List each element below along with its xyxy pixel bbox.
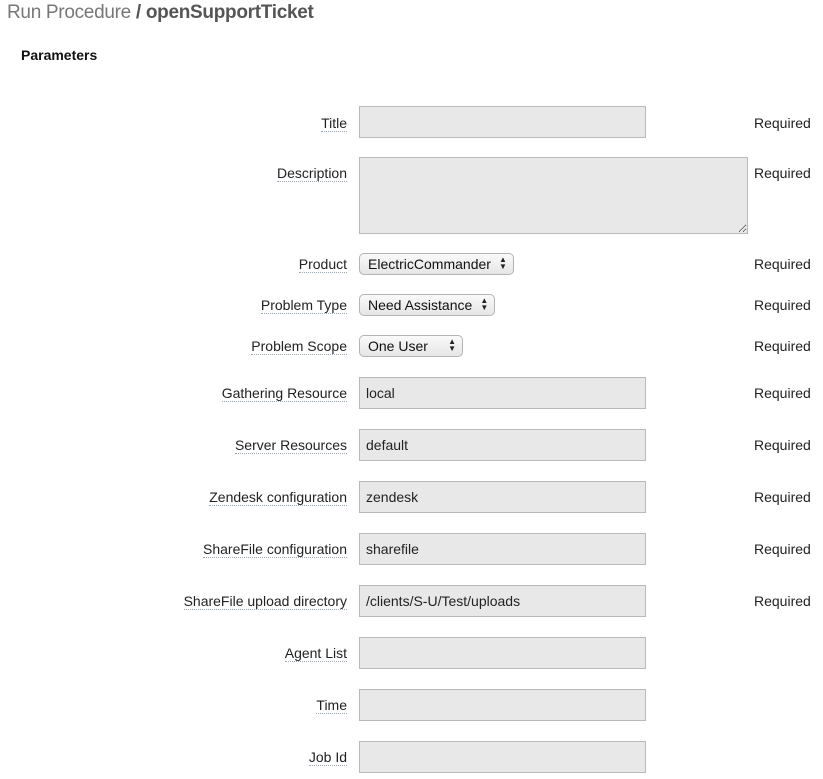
server-resources-input[interactable] (359, 429, 646, 461)
sharefile-upload-directory-input[interactable] (359, 585, 646, 617)
problem-scope-select[interactable]: One User ▲ ▼ (359, 335, 463, 357)
product-selected-value: ElectricCommander (368, 256, 491, 272)
page-title: openSupportTicket (145, 2, 314, 23)
sharefile-upload-directory-label: ShareFile upload directory (183, 593, 347, 610)
problem-scope-required: Required (754, 338, 811, 354)
breadcrumb-run-procedure[interactable]: Run Procedure (7, 2, 131, 23)
select-arrows-icon: ▲ ▼ (448, 337, 456, 353)
sharefile-upload-directory-required: Required (754, 593, 811, 609)
time-label: Time (316, 697, 347, 714)
gathering-resource-label: Gathering Resource (221, 385, 347, 402)
problem-type-required: Required (754, 297, 811, 313)
description-label: Description (276, 165, 347, 182)
breadcrumb: Run Procedure / openSupportTicket (7, 1, 314, 25)
select-arrows-icon: ▲ ▼ (480, 296, 489, 312)
agent-list-input[interactable] (359, 637, 646, 669)
product-select[interactable]: ElectricCommander ▲ ▼ (359, 253, 514, 275)
gathering-resource-input[interactable] (359, 377, 646, 409)
title-label: Title (321, 115, 347, 132)
breadcrumb-separator: / (135, 2, 141, 23)
server-resources-required: Required (754, 437, 811, 453)
job-id-input[interactable] (359, 741, 646, 773)
zendesk-configuration-required: Required (754, 489, 811, 505)
title-required: Required (754, 115, 811, 131)
problem-type-selected-value: Need Assistance (368, 297, 473, 313)
zendesk-configuration-label: Zendesk configuration (209, 489, 347, 506)
description-textarea[interactable] (359, 157, 748, 234)
problem-type-label: Problem Type (260, 297, 347, 314)
time-input[interactable] (359, 689, 646, 721)
job-id-label: Job Id (308, 749, 347, 766)
product-required: Required (754, 256, 811, 272)
run-procedure-page: Run Procedure / openSupportTicket Parame… (0, 0, 823, 779)
gathering-resource-required: Required (754, 385, 811, 401)
problem-scope-label: Problem Scope (251, 338, 347, 355)
problem-type-select[interactable]: Need Assistance ▲ ▼ (359, 294, 496, 316)
sharefile-configuration-label: ShareFile configuration (203, 541, 347, 558)
product-label: Product (298, 256, 347, 273)
agent-list-label: Agent List (284, 645, 347, 662)
parameters-heading: Parameters (21, 47, 98, 63)
sharefile-configuration-input[interactable] (359, 533, 646, 565)
zendesk-configuration-input[interactable] (359, 481, 646, 513)
problem-scope-selected-value: One User (368, 338, 428, 354)
sharefile-configuration-required: Required (754, 541, 811, 557)
title-input[interactable] (359, 106, 646, 138)
description-required: Required (754, 165, 811, 181)
server-resources-label: Server Resources (234, 437, 347, 454)
select-arrows-icon: ▲ ▼ (499, 255, 507, 271)
